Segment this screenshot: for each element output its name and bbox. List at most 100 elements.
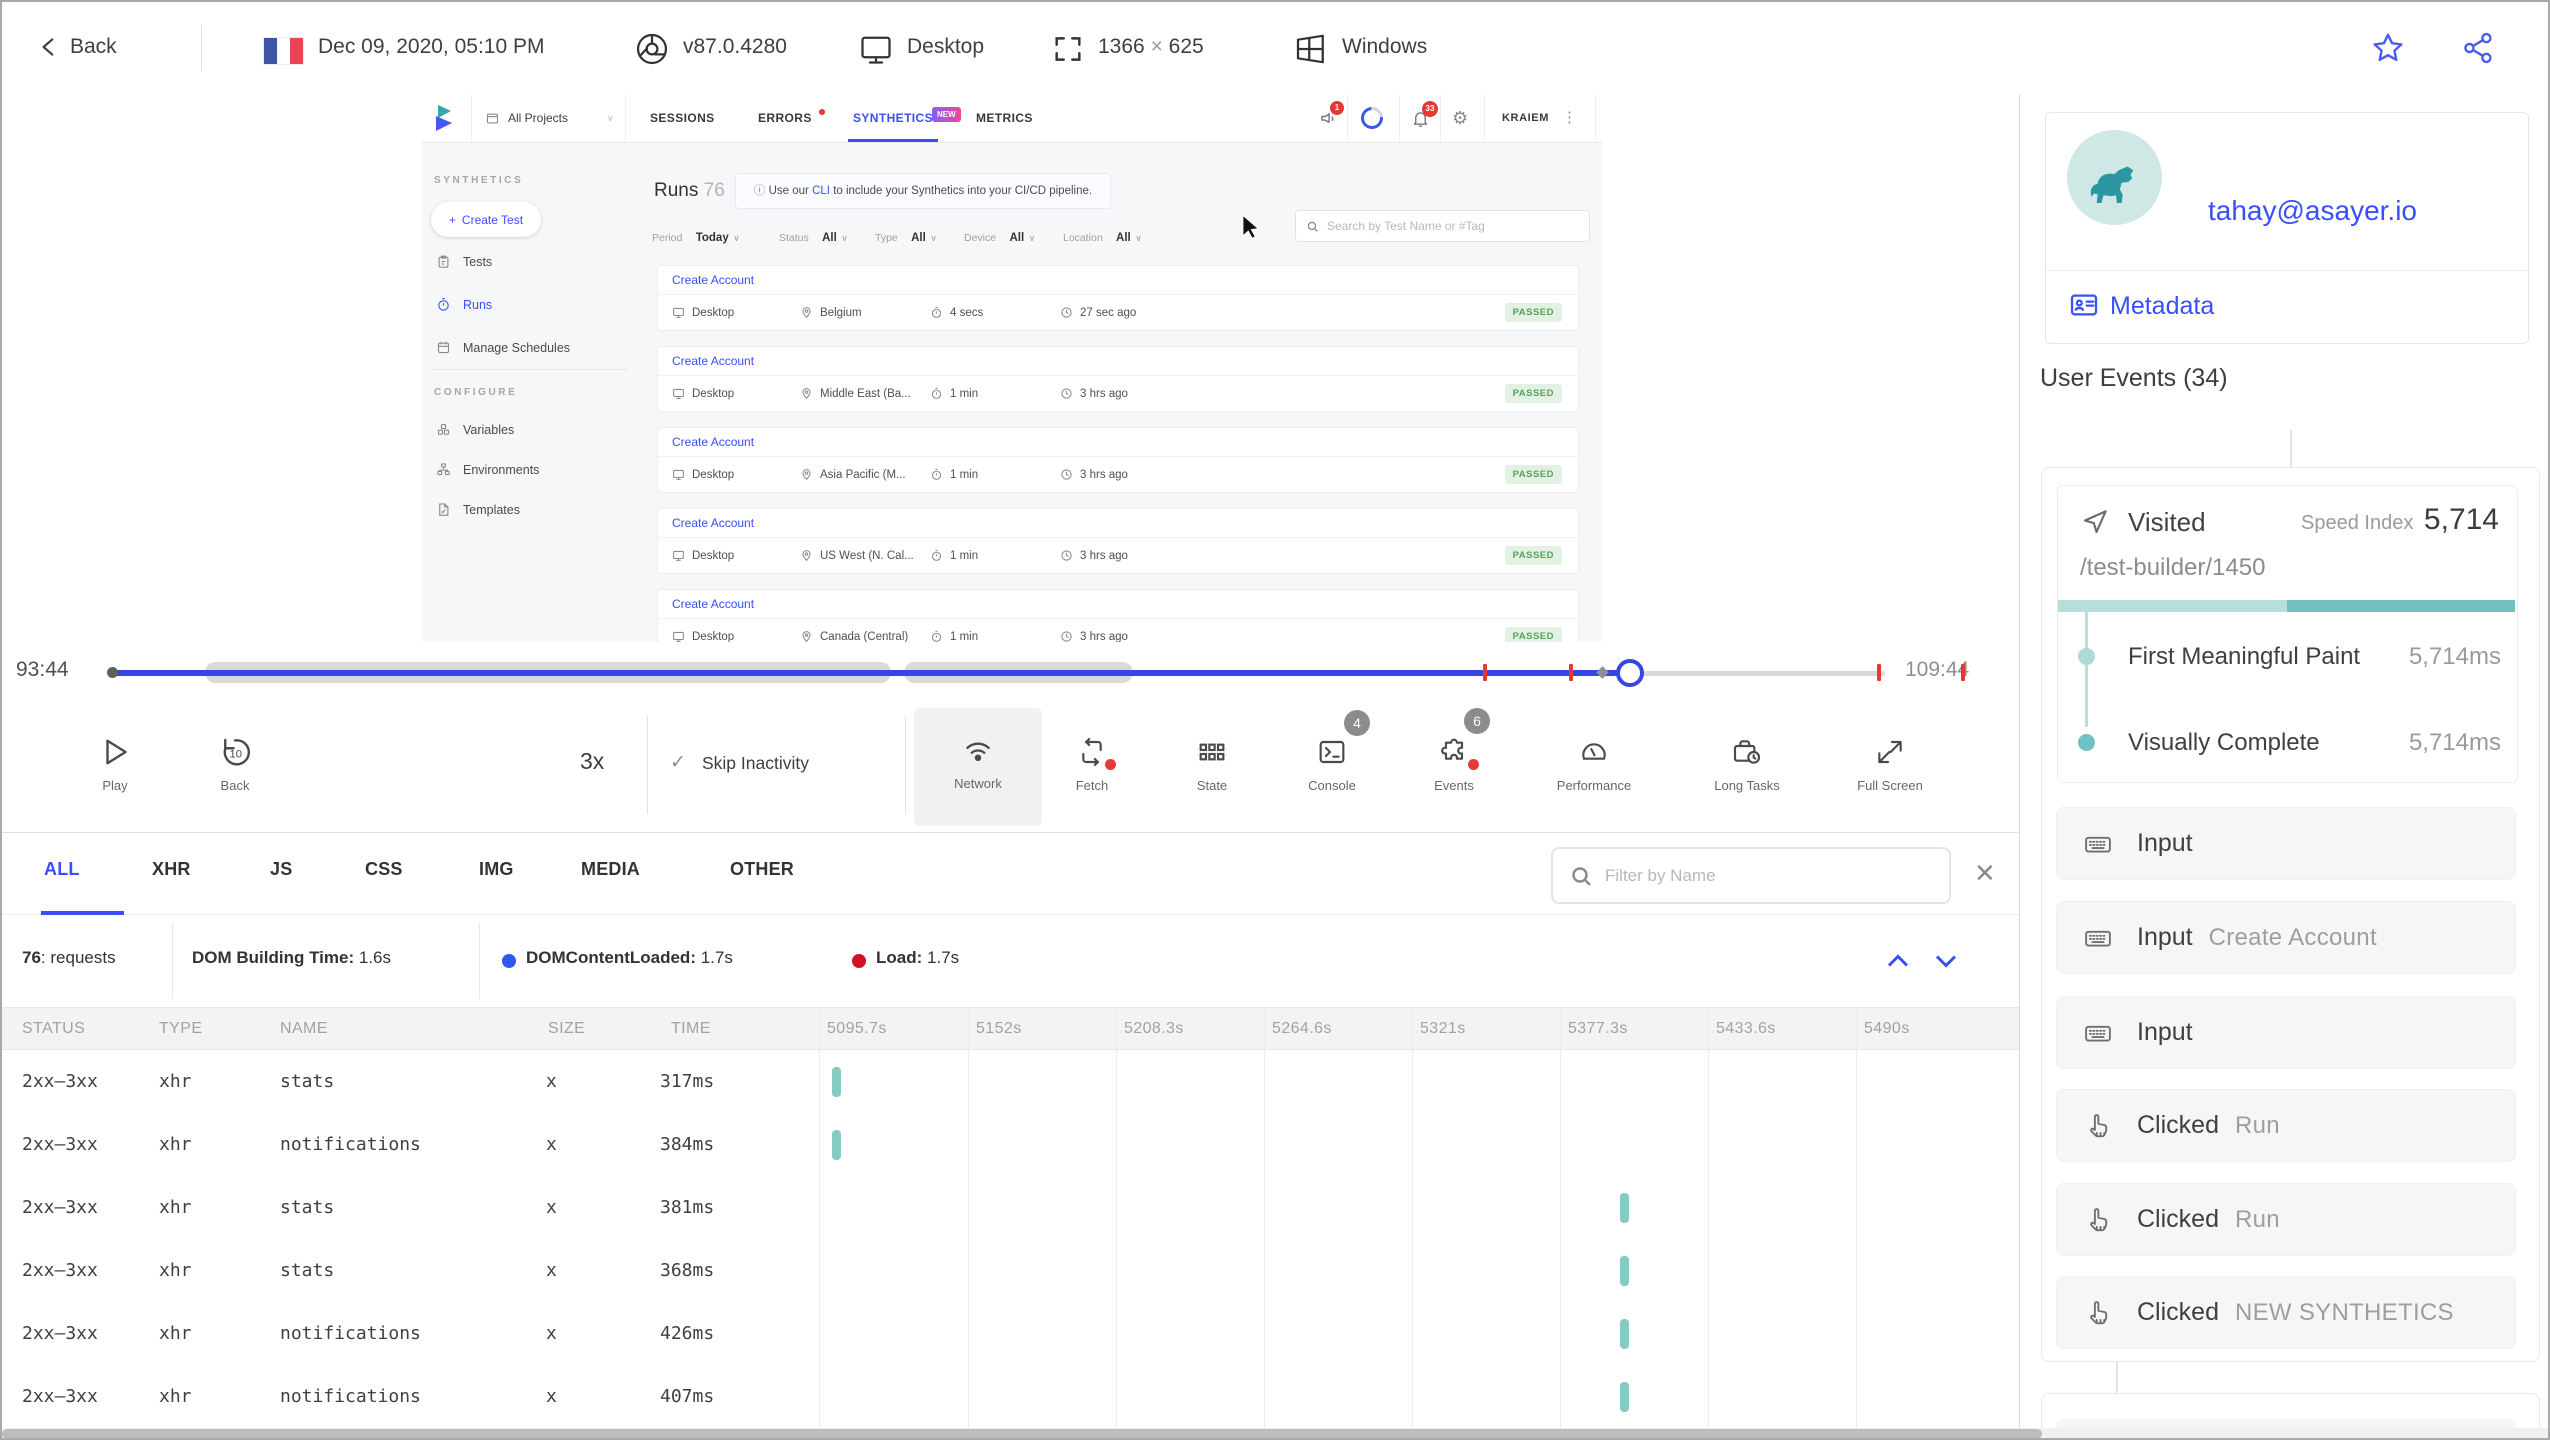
network-tab-css[interactable]: CSS (365, 859, 403, 880)
sidebar-item-tests: Tests (436, 254, 492, 269)
back-10-button[interactable]: 10 Back (205, 704, 265, 830)
session-date: Dec 09, 2020, 05:10 PM (318, 35, 545, 58)
app-tab-sessions: SESSIONS (650, 111, 715, 125)
timeline-total-time: 109:44 (1905, 658, 1970, 681)
divider (2046, 270, 2528, 271)
location-pin-icon (800, 306, 813, 319)
panel-button-network[interactable]: Network (914, 708, 1042, 826)
event-item-input[interactable]: Input (2056, 996, 2516, 1069)
horizontal-scrollbar-track[interactable] (2, 1428, 2548, 1438)
user-events-title: User Events (34) (2040, 364, 2228, 392)
app-tab-synthetics: SYNTHETICS (853, 111, 934, 125)
panel-button-events[interactable]: Events (1399, 704, 1509, 830)
clock-icon (1060, 306, 1073, 319)
skip-inactivity-toggle[interactable]: Skip Inactivity (702, 753, 809, 774)
visited-path: /test-builder/1450 (2080, 554, 2266, 581)
request-waterfall-bar (1620, 1193, 1629, 1223)
jump-prev-icon[interactable] (1880, 946, 1916, 976)
network-row[interactable]: 2xx–3xx xhr stats x 368ms (2, 1239, 2019, 1302)
network-tab-xhr[interactable]: XHR (152, 859, 191, 880)
user-events-sidebar: tahay@asayer.io Metadata User Events (34… (2019, 94, 2548, 1438)
recorded-cursor-icon (1240, 214, 1264, 240)
network-row[interactable]: 2xx–3xx xhr notifications x 426ms (2, 1302, 2019, 1365)
chevron-left-icon[interactable] (36, 34, 62, 60)
play-icon (85, 730, 145, 774)
tick-label: 5095.7s (827, 1020, 887, 1037)
sidebar-item-manage-schedules: Manage Schedules (436, 340, 570, 355)
network-row[interactable]: 2xx–3xx xhr notifications x 407ms (2, 1365, 2019, 1428)
network-row[interactable]: 2xx–3xx xhr stats x 317ms (2, 1050, 2019, 1113)
network-tab-other[interactable]: OTHER (730, 859, 794, 880)
event-item-input[interactable]: Input (2056, 807, 2516, 880)
replay-viewport[interactable]: All Projects ∨ SESSIONS ERRORS SYNTHETIC… (2, 94, 2019, 642)
tick-label: 5433.6s (1716, 1020, 1776, 1037)
network-tab-media[interactable]: MEDIA (581, 859, 640, 880)
domcontentloaded-dot (502, 954, 516, 968)
check-icon[interactable]: ✓ (670, 751, 686, 774)
divider (647, 716, 648, 814)
screen-size-icon (1051, 32, 1085, 66)
speed-index-label: Speed Index (2301, 512, 2414, 534)
event-item-clicked[interactable]: Clicked NEW SYNTHETICS (2056, 1276, 2516, 1349)
search-icon (1569, 864, 1593, 888)
favorite-star-icon[interactable] (2370, 30, 2406, 66)
app-tab-errors: ERRORS (758, 111, 812, 125)
top-bar: Back Dec 09, 2020, 05:10 PM v87.0.4280 D… (2, 2, 2548, 95)
wifi-icon (914, 728, 1042, 772)
divider (479, 923, 480, 999)
panel-button-state[interactable]: State (1157, 704, 1267, 830)
metric-dot-fmp (2078, 648, 2095, 665)
page-visit-group: Visited Speed Index 5,714 /test-builder/… (2041, 467, 2540, 1362)
keyboard-icon (2083, 923, 2113, 953)
network-tab-js[interactable]: JS (270, 859, 292, 880)
rewind-10-icon: 10 (205, 730, 265, 774)
speed-index-value: 5,714 (2423, 503, 2499, 536)
panel-button-performance[interactable]: Performance (1529, 704, 1659, 830)
sidebar-item-runs: Runs (436, 297, 492, 312)
panel-button-fetch[interactable]: Fetch (1037, 704, 1147, 830)
back-button[interactable]: Back (70, 35, 117, 59)
user-email: tahay@asayer.io (2208, 195, 2417, 226)
tick-label: 5208.3s (1124, 1020, 1184, 1037)
runs-count: 76 (703, 180, 725, 201)
sitemap-icon (436, 462, 451, 477)
playhead[interactable] (1616, 659, 1644, 687)
play-button[interactable]: Play (85, 704, 145, 830)
share-icon[interactable] (2460, 30, 2496, 66)
cli-banner: ⓘ Use our CLI to include your Synthetics… (735, 173, 1111, 209)
network-filter-input[interactable]: Filter by Name (1551, 847, 1951, 904)
horizontal-scrollbar-thumb[interactable] (2, 1429, 2042, 1438)
panel-button-console[interactable]: Console (1277, 704, 1387, 830)
device-type: Desktop (907, 35, 985, 58)
event-item-clicked[interactable]: Clicked Run (2056, 1183, 2516, 1256)
calendar-icon (436, 340, 451, 355)
resolution: 1366 × 625 (1098, 35, 1204, 58)
panel-button-full-screen[interactable]: Full Screen (1828, 704, 1952, 830)
bell-badge: 33 (1422, 101, 1438, 117)
panel-button-long-tasks[interactable]: Long Tasks (1685, 704, 1809, 830)
network-tab-all[interactable]: ALL (44, 859, 80, 880)
metric-name-fmp: First Meaningful Paint (2128, 643, 2361, 670)
file-icon (436, 502, 451, 517)
speed-toggle[interactable]: 3x (580, 748, 604, 775)
run-card: Create Account Desktop US West (N. Cal..… (657, 508, 1579, 574)
network-row[interactable]: 2xx–3xx xhr stats x 381ms (2, 1176, 2019, 1239)
tick-label: 5490s (1864, 1020, 1910, 1037)
visited-card[interactable]: Visited Speed Index 5,714 /test-builder/… (2057, 485, 2518, 783)
event-item-clicked[interactable]: Clicked Run (2056, 1089, 2516, 1162)
close-panel-icon[interactable]: ✕ (1974, 858, 1996, 889)
col-size: SIZE (548, 1020, 586, 1037)
event-item-input[interactable]: Input Create Account (2056, 901, 2516, 974)
event-connector (2116, 1362, 2118, 1393)
user-card: tahay@asayer.io Metadata (2045, 112, 2529, 344)
request-waterfall-bar (832, 1130, 841, 1160)
domcontentloaded-time: DOMContentLoaded: 1.7s (526, 948, 733, 967)
metadata-button[interactable]: Metadata (2110, 292, 2214, 321)
search-icon (1306, 220, 1319, 233)
jump-next-icon[interactable] (1928, 946, 1964, 976)
timeline-progress[interactable] (112, 670, 1630, 676)
request-waterfall-bar (1620, 1256, 1629, 1286)
new-badge: NEW (932, 107, 961, 122)
network-tab-img[interactable]: IMG (479, 859, 514, 880)
network-row[interactable]: 2xx–3xx xhr notifications x 384ms (2, 1113, 2019, 1176)
